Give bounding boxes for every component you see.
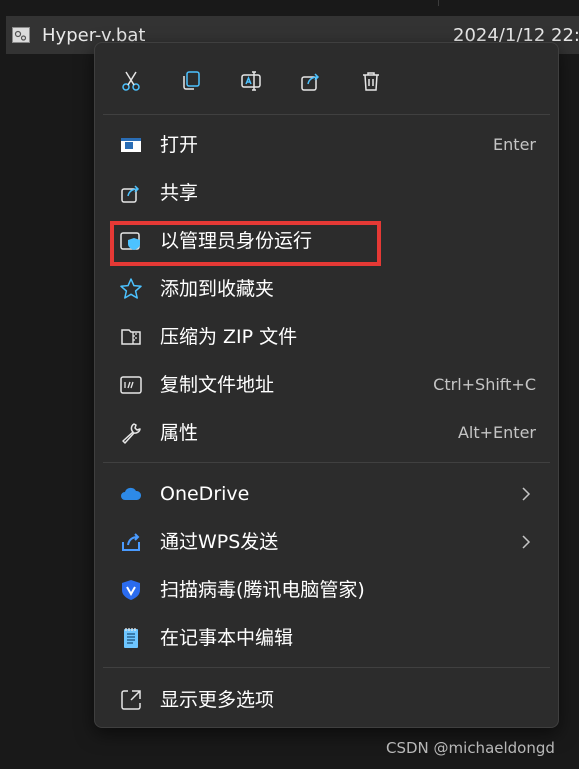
column-divider	[438, 0, 439, 6]
shortcut-text: Alt+Enter	[457, 423, 536, 442]
menu-item-wps-send[interactable]: 通过WPS发送	[99, 520, 554, 564]
copy-button[interactable]	[173, 63, 209, 99]
rename-button[interactable]	[233, 63, 269, 99]
share-icon	[301, 73, 320, 91]
menu-item-label: 打开	[160, 134, 199, 156]
menu-item-onedrive[interactable]: OneDrive	[99, 472, 554, 516]
menu-item-properties[interactable]: 属性 Alt+Enter	[99, 411, 554, 455]
menu-item-add-favorite[interactable]: 添加到收藏夹	[99, 267, 554, 311]
path-icon	[119, 373, 143, 397]
expand-icon	[119, 688, 143, 712]
separator	[103, 114, 550, 115]
delete-button[interactable]	[353, 63, 389, 99]
scissors-icon	[122, 71, 140, 91]
separator	[103, 462, 550, 463]
menu-item-share[interactable]: 共享	[99, 171, 554, 215]
menu-item-notepad-edit[interactable]: 在记事本中编辑	[99, 616, 554, 660]
menu-item-label: 添加到收藏夹	[160, 278, 275, 300]
open-window-icon	[119, 133, 143, 157]
menu-item-label: 显示更多选项	[160, 689, 275, 711]
shortcut-text: Enter	[493, 135, 536, 154]
menu-item-label: 通过WPS发送	[160, 531, 279, 553]
share-button[interactable]	[293, 63, 329, 99]
menu-item-label: 共享	[160, 182, 199, 204]
menu-item-label: 复制文件地址	[160, 374, 275, 396]
watermark: CSDN @michaeldongd	[386, 739, 555, 757]
rename-icon	[241, 71, 261, 91]
menu-item-copy-path[interactable]: 复制文件地址 Ctrl+Shift+C	[99, 363, 554, 407]
separator	[103, 667, 550, 668]
zip-folder-icon	[119, 325, 143, 349]
notepad-icon	[119, 626, 143, 650]
menu-item-label: 属性	[160, 422, 199, 444]
cut-button[interactable]	[113, 63, 149, 99]
menu-item-label: OneDrive	[160, 483, 250, 505]
star-icon	[119, 277, 143, 301]
menu-item-label: 扫描病毒(腾讯电脑管家)	[160, 579, 365, 601]
copy-icon	[183, 71, 200, 90]
shortcut-text: Ctrl+Shift+C	[433, 375, 536, 394]
menu-item-label: 压缩为 ZIP 文件	[160, 326, 298, 348]
trash-icon	[363, 72, 379, 91]
chevron-right-icon	[522, 487, 531, 501]
share-icon	[119, 181, 143, 205]
send-icon	[119, 530, 143, 554]
chevron-right-icon	[522, 535, 531, 549]
highlight-annotation-box	[110, 221, 381, 266]
menu-item-compress-zip[interactable]: 压缩为 ZIP 文件	[99, 315, 554, 359]
shield-v-icon	[119, 578, 143, 602]
menu-item-show-more[interactable]: 显示更多选项	[99, 678, 554, 722]
menu-item-open[interactable]: 打开 Enter	[99, 123, 554, 167]
batch-file-icon	[12, 27, 30, 43]
cloud-icon	[119, 482, 143, 506]
context-menu: 打开 Enter 共享 以管理员身份运行 添加到收藏夹 压缩为 ZIP 文件 复…	[94, 42, 559, 728]
menu-item-virus-scan[interactable]: 扫描病毒(腾讯电脑管家)	[99, 568, 554, 612]
wrench-icon	[119, 421, 143, 445]
menu-item-label: 在记事本中编辑	[160, 627, 294, 649]
